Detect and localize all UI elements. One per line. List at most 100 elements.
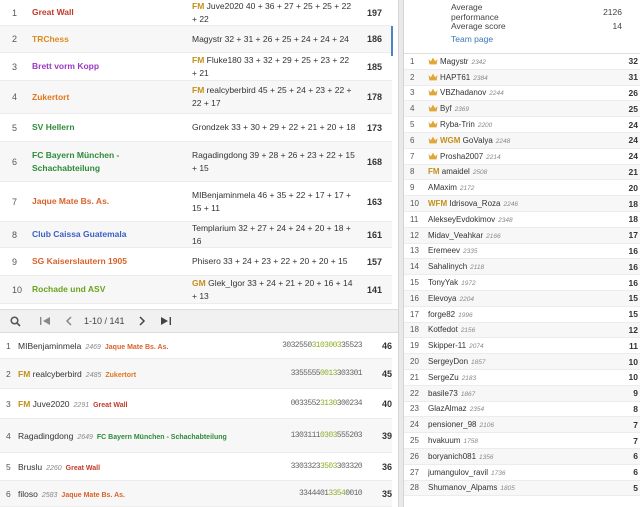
team-name[interactable]: Jaque Mate Bs. As. xyxy=(32,195,192,208)
player-row[interactable]: 5 Bruslu 2260 Great Wall 33033233503303320 36 xyxy=(0,453,392,481)
roster-name[interactable]: Ryba-Trin xyxy=(440,120,475,129)
roster-row[interactable]: 18 Kotfedot 2156 12 xyxy=(404,322,640,339)
last-page-icon[interactable] xyxy=(157,312,175,330)
player-team[interactable]: FC Bayern München - Schachabteilung xyxy=(97,434,227,441)
roster-row[interactable]: 28 Shumanov_Alpams 1805 5 xyxy=(404,480,640,497)
roster-name[interactable]: forge82 xyxy=(428,310,455,319)
roster-name[interactable]: Magystr xyxy=(440,57,468,66)
player-name[interactable]: realcyberbird xyxy=(33,369,82,379)
roster-row[interactable]: 7 Prosha2007 2214 24 xyxy=(404,149,640,165)
roster-name[interactable]: GoValya xyxy=(463,136,493,145)
roster-name[interactable]: jumangulov_ravil xyxy=(428,468,488,477)
roster-row[interactable]: 13 Eremeev 2335 16 xyxy=(404,244,640,260)
roster-name[interactable]: Elevoya xyxy=(428,294,456,303)
team-row[interactable]: 6 FC Bayern München - Schachabteilung Raga… xyxy=(0,142,392,182)
player-row[interactable]: 2 FM realcyberbird 2485 Zukertort 3355555001… xyxy=(0,359,392,389)
team-name[interactable]: SV Hellern xyxy=(32,121,192,134)
first-page-icon[interactable] xyxy=(36,312,54,330)
team-name[interactable]: TRChess xyxy=(32,33,192,46)
team-row[interactable]: 4 Zukertort FM realcyberbird 45 + 25 + 24 … xyxy=(0,81,392,114)
roster-row[interactable]: 2 HAPT61 2384 31 xyxy=(404,69,640,86)
roster-row[interactable]: 11 AlekseyEvdokimov 2348 18 xyxy=(404,212,640,228)
player-row[interactable]: 4 Ragadingdong 2649 FC Bayern München - Sch… xyxy=(0,419,392,453)
roster-name[interactable]: Midav_Veahkar xyxy=(428,231,483,240)
roster-name[interactable]: Shumanov_Alpams xyxy=(428,483,497,492)
team-name[interactable]: Brett vorm Kopp xyxy=(32,60,192,73)
player-team[interactable]: Great Wall xyxy=(93,402,127,409)
roster-row[interactable]: 15 TonyYak 1972 16 xyxy=(404,275,640,291)
roster-name[interactable]: Kotfedot xyxy=(428,325,458,334)
roster-row[interactable]: 8 FM amaidel 2508 21 xyxy=(404,164,640,181)
roster-row[interactable]: 10 WFM Idrisova_Roza 2246 18 xyxy=(404,196,640,212)
player-team[interactable]: Jaque Mate Bs. As. xyxy=(61,492,125,499)
player-name[interactable]: filoso xyxy=(18,489,38,499)
team-row[interactable]: 8 Club Caissa Guatemala Templarium 32 + 27… xyxy=(0,222,392,248)
roster-row[interactable]: 12 Midav_Veahkar 2166 17 xyxy=(404,227,640,244)
team-name[interactable]: Club Caissa Guatemala xyxy=(32,228,192,241)
roster-row[interactable]: 20 SergeyDon 1857 10 xyxy=(404,354,640,370)
team-name[interactable]: Great Wall xyxy=(32,6,192,19)
roster-row[interactable]: 16 Elevoya 2204 15 xyxy=(404,290,640,307)
player-name[interactable]: Juve2020 xyxy=(33,399,70,409)
team-row[interactable]: 9 SG Kaiserslautern 1905 Phisero 33 + 24 +… xyxy=(0,248,392,276)
roster-name[interactable]: Sahalinych xyxy=(428,262,467,271)
roster-row[interactable]: 26 boryanich081 1356 6 xyxy=(404,448,640,465)
player-name[interactable]: Bruslu xyxy=(18,462,42,472)
roster-row[interactable]: 6 WGM GoValya 2248 24 xyxy=(404,132,640,149)
team-row[interactable]: 7 Jaque Mate Bs. As. MIBenjaminmela 46 + 3… xyxy=(0,182,392,222)
roster-name[interactable]: Skipper-11 xyxy=(428,341,466,350)
roster-row[interactable]: 25 hvakuum 1758 7 xyxy=(404,433,640,449)
team-name[interactable]: SG Kaiserslautern 1905 xyxy=(32,255,192,268)
team-row[interactable]: 5 SV Hellern Grondzek 33 + 30 + 29 + 22 + … xyxy=(0,114,392,142)
roster-name[interactable]: SergeyDon xyxy=(428,357,468,366)
roster-row[interactable]: 5 Ryba-Trin 2200 24 xyxy=(404,117,640,133)
player-name[interactable]: MIBenjaminmela xyxy=(18,341,81,351)
player-row[interactable]: 1 MIBenjaminmela 2469 Jaque Mate Bs. As. 303… xyxy=(0,333,392,359)
roster-name[interactable]: hvakuum xyxy=(428,436,460,445)
roster-row[interactable]: 3 VBZhadanov 2244 26 xyxy=(404,86,640,102)
team-name[interactable]: Rochade und ASV xyxy=(32,283,192,296)
player-team[interactable]: Great Wall xyxy=(66,465,100,472)
player-row[interactable]: 3 FM Juve2020 2291 Great Wall 00335523130300… xyxy=(0,389,392,419)
team-row[interactable]: 10 Rochade und ASV GM Glek_Igor 33 + 24 + … xyxy=(0,276,392,304)
roster-name[interactable]: AMaxim xyxy=(428,183,457,192)
roster-row[interactable]: 24 pensioner_98 2106 7 xyxy=(404,417,640,434)
roster-name[interactable]: basile73 xyxy=(428,389,458,398)
next-page-icon[interactable] xyxy=(133,312,151,330)
team-row[interactable]: 1 Great Wall FM Juve2020 40 + 36 + 27 + 25… xyxy=(0,0,392,26)
team-page-link[interactable]: Team page xyxy=(451,34,493,44)
roster-row[interactable]: 21 SergeZu 2183 10 xyxy=(404,370,640,386)
roster-row[interactable]: 14 Sahalinych 2118 16 xyxy=(404,259,640,276)
roster-row[interactable]: 17 forge82 1996 15 xyxy=(404,307,640,323)
player-name[interactable]: Ragadingdong xyxy=(18,431,73,441)
player-row[interactable]: 6 filoso 2583 Jaque Mate Bs. As. 33444013354… xyxy=(0,481,392,507)
roster-name[interactable]: AlekseyEvdokimov xyxy=(428,215,495,224)
prev-page-icon[interactable] xyxy=(60,312,78,330)
roster-name[interactable]: amaidel xyxy=(442,167,470,176)
roster-name[interactable]: Byf xyxy=(440,104,452,113)
roster-name[interactable]: pensioner_98 xyxy=(428,420,476,429)
roster-row[interactable]: 22 basile73 1867 9 xyxy=(404,385,640,402)
roster-name[interactable]: SergeZu xyxy=(428,373,459,382)
roster-row[interactable]: 19 Skipper-11 2074 11 xyxy=(404,338,640,355)
player-team[interactable]: Jaque Mate Bs. As. xyxy=(105,344,169,351)
search-icon[interactable] xyxy=(6,312,24,330)
roster-name[interactable]: GlazAlmaz xyxy=(428,404,467,413)
team-row[interactable]: 2 TRChess Magystr 32 + 31 + 26 + 25 + 24 +… xyxy=(0,26,392,53)
team-name[interactable]: FC Bayern München - Schachabteilung xyxy=(32,149,192,175)
team-name[interactable]: Zukertort xyxy=(32,91,192,104)
roster-name[interactable]: VBZhadanov xyxy=(440,88,486,97)
roster-name[interactable]: Idrisova_Roza xyxy=(449,199,500,208)
roster-name[interactable]: Eremeev xyxy=(428,246,460,255)
roster-name[interactable]: Prosha2007 xyxy=(440,152,483,161)
roster-name[interactable]: HAPT61 xyxy=(440,73,470,82)
roster-name[interactable]: TonyYak xyxy=(428,278,458,287)
player-team[interactable]: Zukertort xyxy=(105,372,136,379)
roster-row[interactable]: 9 AMaxim 2172 20 xyxy=(404,180,640,197)
roster-row[interactable]: 1 Magystr 2342 32 xyxy=(404,54,640,70)
roster-name[interactable]: boryanich081 xyxy=(428,452,476,461)
roster-row[interactable]: 27 jumangulov_ravil 1736 6 xyxy=(404,465,640,481)
roster-row[interactable]: 23 GlazAlmaz 2354 8 xyxy=(404,402,640,418)
scrollbar-thumb[interactable] xyxy=(391,26,393,56)
roster-row[interactable]: 4 Byf 2369 25 xyxy=(404,101,640,118)
